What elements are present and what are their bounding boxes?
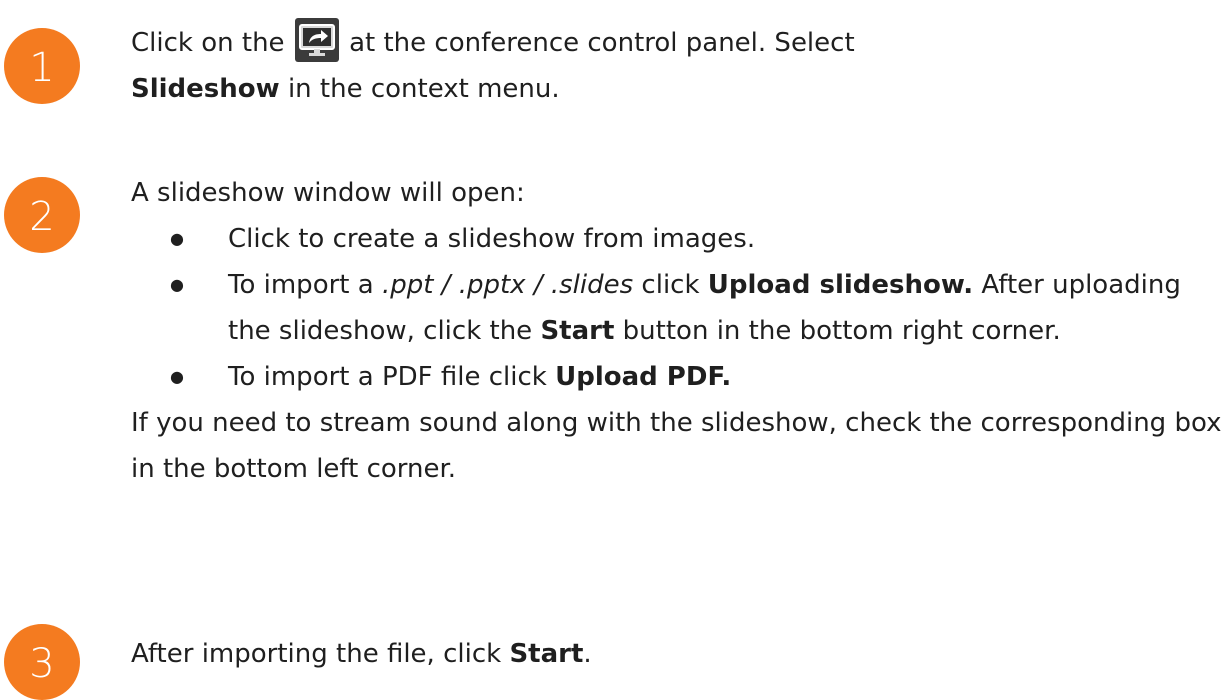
bullet-icon: ● bbox=[170, 229, 184, 248]
bullet-2-end: button in the bottom right corner. bbox=[622, 316, 1061, 346]
bullet-2-prefix: To import a bbox=[228, 270, 374, 300]
start-label: Start bbox=[509, 639, 584, 669]
slideshow-label: Slideshow bbox=[131, 74, 280, 104]
step-3-text-main: After importing the file, click bbox=[131, 639, 502, 669]
bullet-2-formats: .ppt / .pptx / .slides bbox=[381, 270, 634, 300]
step-number: 1 bbox=[29, 45, 55, 91]
list-item: ● To import a PDF file click Upload PDF. bbox=[131, 354, 1226, 400]
step-3-text: After importing the file, click Start. bbox=[131, 631, 1221, 677]
step-1-text-after-icon: at the conference control panel. Select bbox=[349, 28, 855, 58]
list-item: ● Click to create a slideshow from image… bbox=[131, 216, 1226, 262]
step-2-intro: A slideshow window will open: bbox=[131, 178, 525, 208]
upload-pdf-label: Upload PDF. bbox=[555, 362, 732, 392]
upload-slideshow-label: Upload slideshow. bbox=[707, 270, 974, 300]
share-screen-icon bbox=[294, 18, 339, 62]
bullet-icon: ● bbox=[170, 275, 184, 294]
step-3-period: . bbox=[583, 639, 592, 669]
step-1-text-end: in the context menu. bbox=[287, 74, 560, 104]
bullet-icon: ● bbox=[170, 367, 184, 386]
step-number: 2 bbox=[29, 194, 55, 240]
bullet-3-prefix: To import a PDF file click bbox=[228, 362, 547, 392]
step-1-text-before-icon: Click on the bbox=[131, 28, 285, 58]
step-2-text: A slideshow window will open: ● Click to… bbox=[131, 170, 1226, 492]
step-number-badge-1: 1 bbox=[4, 28, 80, 104]
step-number-badge-3: 3 bbox=[4, 624, 80, 700]
list-item: ● To import a .ppt / .pptx / .slides cli… bbox=[131, 262, 1226, 354]
step-2-bullet-list: ● Click to create a slideshow from image… bbox=[131, 216, 1226, 400]
bullet-2-mid: click bbox=[641, 270, 700, 300]
step-1-text: Click on the at the conference control p… bbox=[131, 18, 1221, 112]
step-number: 3 bbox=[29, 641, 55, 687]
step-number-badge-2: 2 bbox=[4, 177, 80, 253]
bullet-1-text: Click to create a slideshow from images. bbox=[228, 224, 756, 254]
start-label: Start bbox=[540, 316, 615, 346]
step-2-note: If you need to stream sound along with t… bbox=[131, 408, 1222, 484]
